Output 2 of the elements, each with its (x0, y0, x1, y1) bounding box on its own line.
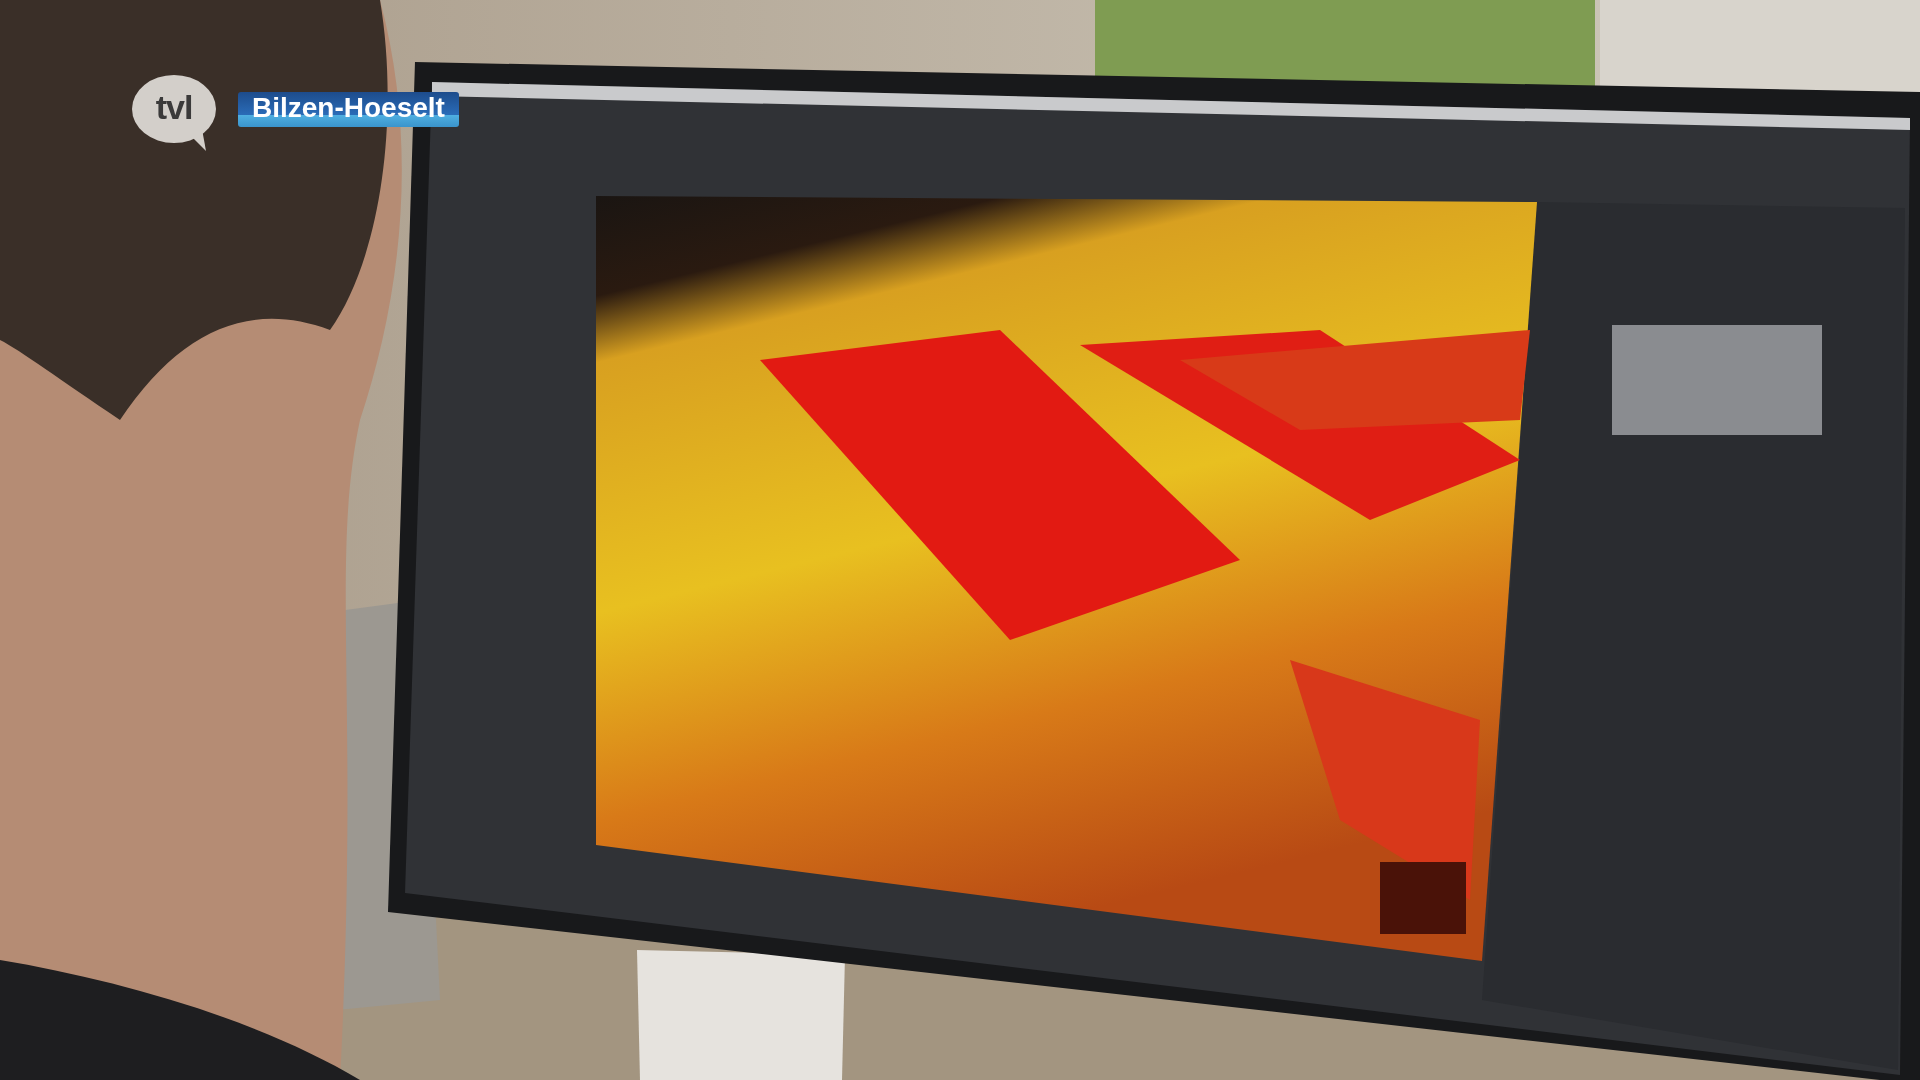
location-caption: Bilzen-Hoeselt (238, 92, 459, 127)
channel-logo: tvl (132, 75, 216, 151)
